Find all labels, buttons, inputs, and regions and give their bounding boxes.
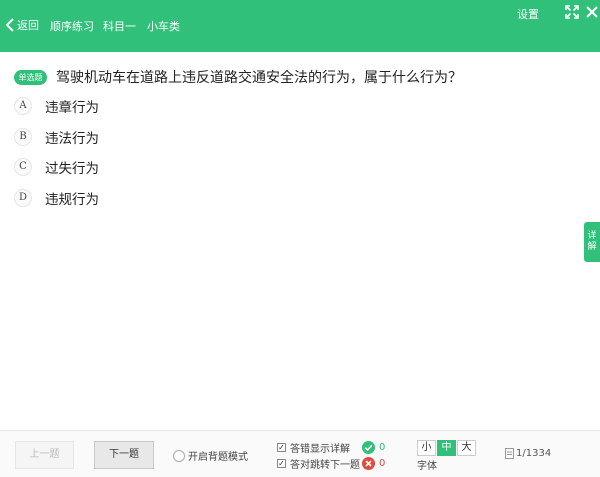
question-text: 驾驶机动车在道路上违反道路交通安全法的行为，属于什么行为？ [56, 70, 462, 86]
option-a[interactable]: A 违章行为 [14, 96, 99, 116]
breadcrumb-practice-mode[interactable]: 顺序练习 [50, 18, 94, 34]
option-letter: B [14, 128, 32, 146]
option-text: 过失行为 [45, 161, 99, 177]
explanation-tab[interactable]: 详解 [584, 222, 600, 262]
wrong-count: 0 [379, 458, 386, 469]
question-row: 单选题 驾驶机动车在道路上违反道路交通安全法的行为，属于什么行为？ [14, 67, 462, 87]
correct-count: 0 [379, 442, 386, 453]
memorize-mode-label: 开启背题模式 [188, 452, 248, 463]
auto-next-checkbox[interactable]: ✓ [277, 459, 286, 468]
show-detail-row: ✓ 答错显示详解 0 [277, 440, 385, 455]
font-large-button[interactable]: 大 [457, 440, 476, 456]
option-letter: D [14, 189, 32, 207]
memorize-mode-radio[interactable] [173, 449, 185, 462]
progress-text: 1/1334 [516, 448, 552, 459]
option-d[interactable]: D 违规行为 [14, 188, 99, 208]
font-small-button[interactable]: 小 [417, 440, 436, 456]
back-label: 返回 [17, 19, 39, 32]
x-circle-icon [362, 457, 375, 470]
option-text: 违章行为 [45, 100, 99, 116]
back-button[interactable]: 返回 [5, 17, 39, 33]
option-c[interactable]: C 过失行为 [14, 157, 99, 177]
maximize-icon[interactable] [565, 5, 579, 19]
option-b[interactable]: B 违法行为 [14, 127, 99, 147]
auto-next-row: ✓ 答对跳转下一题 0 [277, 456, 385, 471]
font-label: 字体 [417, 461, 437, 472]
show-detail-label: 答错显示详解 [290, 444, 350, 455]
bottom-toolbar: 上一题 下一题 开启背题模式 ✓ 答错显示详解 0 ✓ 答对跳转下一题 0 小 … [0, 430, 600, 477]
check-circle-icon [362, 441, 375, 454]
auto-next-label: 答对跳转下一题 [290, 460, 360, 471]
close-icon[interactable] [585, 5, 599, 19]
previous-question-button[interactable]: 上一题 [15, 441, 74, 469]
document-icon [505, 448, 514, 459]
option-letter: C [14, 158, 32, 176]
show-detail-checkbox[interactable]: ✓ [277, 443, 286, 452]
memorize-mode-toggle[interactable]: 开启背题模式 [173, 448, 248, 463]
next-question-button[interactable]: 下一题 [94, 441, 154, 469]
breadcrumb-vehicle-class[interactable]: 小车类 [147, 18, 180, 34]
option-letter: A [14, 97, 32, 115]
chevron-left-icon [5, 18, 14, 32]
top-bar: 返回 顺序练习 科目一 小车类 设置 [0, 0, 600, 52]
breadcrumb-subject[interactable]: 科目一 [103, 18, 136, 34]
question-progress: 1/1334 [505, 448, 551, 459]
settings-button[interactable]: 设置 [517, 6, 539, 22]
font-medium-button[interactable]: 中 [437, 440, 456, 456]
question-type-badge: 单选题 [14, 69, 47, 85]
option-text: 违规行为 [45, 192, 99, 208]
font-size-selector: 小 中 大 字体 [417, 440, 477, 472]
option-text: 违法行为 [45, 131, 99, 147]
